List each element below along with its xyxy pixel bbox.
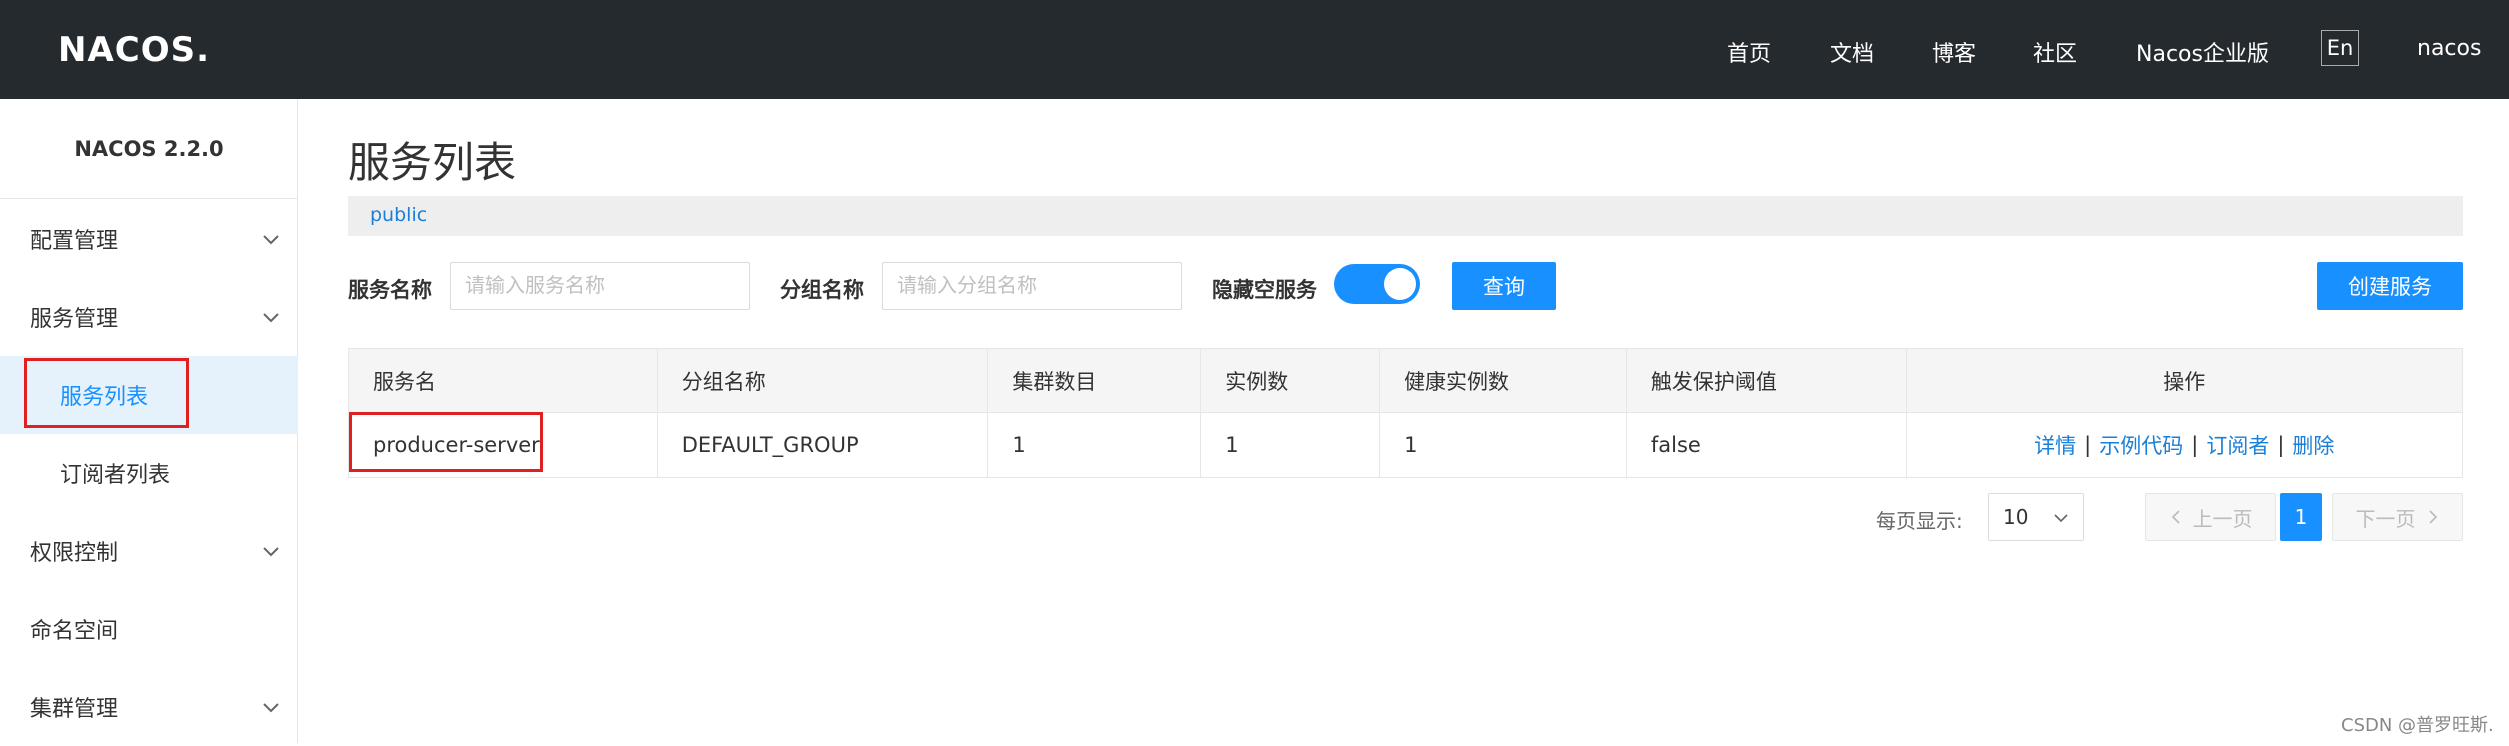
- cell-group-name: DEFAULT_GROUP: [658, 413, 989, 477]
- nav-docs[interactable]: 文档: [1830, 36, 1874, 68]
- nacos-logo[interactable]: NACOS.: [58, 30, 210, 70]
- filter-row: 服务名称 分组名称 隐藏空服务 查询 创建服务: [348, 262, 2463, 310]
- prev-page-label: 上一页: [2192, 506, 2253, 531]
- details-link[interactable]: 详情: [2034, 430, 2076, 460]
- highlight-box: [24, 358, 189, 428]
- nav-community[interactable]: 社区: [2033, 36, 2077, 68]
- cell-cluster-count: 1: [988, 413, 1202, 477]
- sidebar-title: NACOS 2.2.0: [0, 99, 298, 199]
- subscribers-link[interactable]: 订阅者: [2206, 430, 2269, 460]
- sidebar-item-label: 配置管理: [30, 229, 119, 254]
- hide-empty-toggle[interactable]: [1334, 264, 1420, 304]
- delete-link[interactable]: 删除: [2292, 430, 2334, 460]
- highlight-box: [349, 412, 543, 472]
- header-healthy-count: 健康实例数: [1380, 349, 1627, 412]
- query-button[interactable]: 查询: [1452, 262, 1556, 310]
- sidebar-item-label: 集群管理: [30, 697, 119, 722]
- sidebar-item-subscriber-list[interactable]: 订阅者列表: [0, 434, 298, 512]
- chevron-down-icon: [263, 235, 279, 245]
- next-page-button[interactable]: 下一页: [2332, 493, 2463, 541]
- header-protect-threshold: 触发保护阈值: [1627, 349, 1907, 412]
- per-page-label: 每页显示:: [1876, 509, 1963, 533]
- header-service-name: 服务名: [349, 349, 658, 412]
- table-header-row: 服务名 分组名称 集群数目 实例数 健康实例数 触发保护阈值 操作: [349, 349, 2462, 413]
- per-page-value: 10: [2003, 505, 2029, 529]
- pagination: 每页显示: 10 上一页 1 下一页: [348, 493, 2463, 541]
- nav-blog[interactable]: 博客: [1932, 36, 1976, 68]
- nav-enterprise[interactable]: Nacos企业版: [2136, 36, 2269, 68]
- service-name-input[interactable]: [450, 262, 750, 310]
- top-navbar: NACOS. 首页 文档 博客 社区 Nacos企业版 En nacos: [0, 0, 2509, 99]
- sidebar-item-access-control[interactable]: 权限控制: [0, 512, 298, 590]
- sidebar-item-label: 命名空间: [30, 619, 119, 644]
- prev-page-button[interactable]: 上一页: [2145, 493, 2276, 541]
- sidebar-item-label: 订阅者列表: [60, 463, 171, 488]
- sample-code-link[interactable]: 示例代码: [2099, 430, 2183, 460]
- header-operations: 操作: [2163, 369, 2206, 394]
- service-name-label: 服务名称: [348, 278, 432, 302]
- chevron-down-icon: [263, 313, 279, 323]
- language-switch-button[interactable]: En: [2321, 30, 2359, 66]
- toggle-knob: [1384, 268, 1416, 300]
- sidebar-item-label: 权限控制: [30, 541, 119, 566]
- chevron-down-icon: [2054, 514, 2068, 523]
- sidebar-item-namespace[interactable]: 命名空间: [0, 590, 298, 668]
- sidebar-item-config-management[interactable]: 配置管理: [0, 200, 298, 278]
- sidebar: NACOS 2.2.0 配置管理 服务管理 服务列表 订阅者列表 权限控制 命名…: [0, 99, 298, 743]
- chevron-down-icon: [263, 703, 279, 713]
- hide-empty-label: 隐藏空服务: [1212, 278, 1317, 302]
- cell-healthy-count: 1: [1380, 413, 1627, 477]
- cell-protect-threshold: false: [1627, 413, 1907, 477]
- sidebar-item-service-management[interactable]: 服务管理: [0, 278, 298, 356]
- header-instance-count: 实例数: [1201, 349, 1381, 412]
- chevron-left-icon: [2171, 510, 2180, 524]
- next-page-label: 下一页: [2355, 506, 2416, 531]
- group-name-label: 分组名称: [780, 278, 864, 302]
- page-1-button[interactable]: 1: [2280, 493, 2322, 541]
- cell-instance-count: 1: [1201, 413, 1381, 477]
- service-table: 服务名 分组名称 集群数目 实例数 健康实例数 触发保护阈值 操作 produc…: [348, 348, 2463, 478]
- nav-homepage[interactable]: 首页: [1727, 36, 1771, 68]
- chevron-right-icon: [2428, 510, 2437, 524]
- per-page-select[interactable]: 10: [1988, 493, 2084, 541]
- logo-text: NACOS.: [58, 30, 211, 70]
- nav-user[interactable]: nacos: [2417, 36, 2481, 61]
- create-service-button[interactable]: 创建服务: [2317, 262, 2463, 310]
- chevron-down-icon: [263, 547, 279, 557]
- table-row: producer-server DEFAULT_GROUP 1 1 1 fals…: [349, 413, 2462, 477]
- page-title: 服务列表: [348, 138, 517, 187]
- header-cluster-count: 集群数目: [988, 349, 1202, 412]
- cell-operations: 详情 | 示例代码 | 订阅者 | 删除: [1907, 413, 2462, 477]
- group-name-input[interactable]: [882, 262, 1182, 310]
- namespace-link-public[interactable]: public: [370, 204, 427, 226]
- sidebar-item-cluster-management[interactable]: 集群管理: [0, 668, 298, 746]
- namespace-bar: public: [348, 196, 2463, 236]
- header-group-name: 分组名称: [658, 349, 989, 412]
- watermark: CSDN @普罗旺斯.: [2341, 715, 2494, 736]
- sidebar-item-label: 服务管理: [30, 307, 119, 332]
